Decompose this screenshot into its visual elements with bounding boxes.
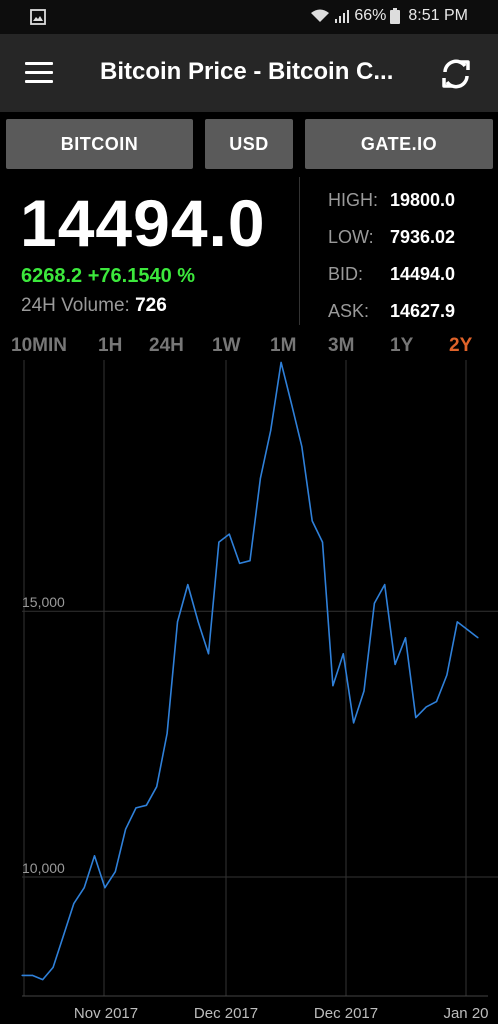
hamburger-icon: [25, 62, 53, 65]
data-point: [270, 429, 272, 432]
data-point: [21, 974, 23, 976]
y-tick-label: 10,000: [22, 860, 65, 876]
data-point: [477, 637, 479, 639]
clock: 8:51 PM: [408, 7, 468, 24]
data-point: [125, 828, 127, 830]
data-point: [394, 663, 396, 665]
data-point: [228, 533, 230, 535]
data-point: [83, 887, 85, 889]
x-tick-label: Dec 2017: [194, 1005, 258, 1022]
current-price: 14494.0: [20, 186, 266, 260]
chart-labels: 15,000 10,000 Nov 2017 Dec 2017 Dec 2017 Jan …: [22, 594, 489, 1022]
data-point: [239, 562, 241, 564]
low-label: LOW:: [328, 227, 374, 247]
range-tab-1m[interactable]: 1M: [270, 335, 296, 357]
data-point: [290, 403, 293, 405]
data-point: [373, 602, 375, 604]
data-point: [280, 361, 282, 364]
data-point: [145, 804, 147, 806]
signal-icon: [335, 10, 350, 23]
price-chart[interactable]: 15,000 10,000 Nov 2017 Dec 2017 Dec 2017 Jan …: [0, 360, 498, 1024]
data-point: [52, 966, 54, 969]
price-change: 6268.2 +76.1540 %: [21, 265, 196, 287]
data-point: [425, 706, 427, 708]
data-point: [156, 786, 158, 788]
data-point: [404, 637, 407, 639]
stats-divider: [299, 177, 300, 325]
data-point: [93, 855, 96, 857]
ask-row: ASK: 14627.9: [328, 301, 455, 322]
battery-icon: [390, 8, 401, 24]
data-point: [249, 560, 251, 562]
x-tick-label: Dec 2017: [314, 1005, 378, 1022]
data-point: [62, 934, 65, 937]
range-tab-1h[interactable]: 1H: [98, 335, 122, 357]
ask-label: ASK:: [328, 301, 370, 321]
wifi-icon: [311, 9, 330, 22]
currency-selector-button[interactable]: USD: [205, 119, 293, 169]
refresh-icon[interactable]: [436, 54, 476, 94]
data-point: [353, 722, 355, 724]
bid-row: BID: 14494.0: [328, 264, 455, 285]
image-notification-icon: [30, 9, 46, 25]
selector-bar: BITCOIN USD GATE.IO: [0, 119, 498, 169]
volume-label: 24H Volume:: [21, 295, 130, 316]
range-tab-1w[interactable]: 1W: [212, 335, 241, 357]
high-label: HIGH:: [328, 190, 379, 210]
y-tick-label: 15,000: [22, 594, 65, 610]
data-point: [384, 584, 386, 586]
ask-value: 14627.9: [390, 301, 456, 321]
data-point: [104, 887, 106, 889]
data-point: [135, 807, 137, 809]
range-tab-2y[interactable]: 2Y: [449, 335, 472, 357]
range-tab-24h[interactable]: 24H: [149, 335, 184, 357]
volume-row: 24H Volume: 726: [21, 295, 167, 317]
data-point: [446, 674, 448, 676]
data-point: [321, 541, 324, 543]
app-title: Bitcoin Price - Bitcoin C...: [100, 58, 394, 85]
range-tab-1y[interactable]: 1Y: [390, 335, 413, 357]
volume-value: 726: [135, 295, 167, 316]
low-row: LOW: 7936.02: [328, 227, 455, 248]
x-tick-label: Nov 2017: [74, 1005, 138, 1022]
data-point: [166, 732, 168, 735]
bid-value: 14494.0: [390, 264, 456, 284]
menu-button[interactable]: [25, 62, 53, 84]
data-point: [176, 621, 179, 623]
low-value: 7936.02: [390, 227, 456, 247]
app-bar: Bitcoin Price - Bitcoin C...: [0, 34, 498, 112]
bid-label: BID:: [328, 264, 364, 284]
data-point: [456, 621, 458, 623]
range-tab-3m[interactable]: 3M: [328, 335, 354, 357]
data-point: [114, 871, 116, 873]
data-point: [73, 903, 75, 905]
range-tab-10min[interactable]: 10MIN: [11, 335, 67, 357]
data-point: [435, 701, 438, 703]
coin-selector-button[interactable]: BITCOIN: [6, 119, 193, 169]
chart-series: [21, 361, 479, 981]
data-point: [207, 653, 210, 655]
data-point: [467, 629, 469, 631]
x-tick-label: Jan 20: [443, 1005, 488, 1022]
data-point: [301, 445, 303, 448]
price-line: [22, 361, 479, 981]
high-row: HIGH: 19800.0: [328, 190, 455, 211]
data-point: [415, 716, 417, 719]
data-point: [42, 979, 44, 981]
data-point: [332, 685, 334, 687]
exchange-selector-button[interactable]: GATE.IO: [305, 119, 493, 169]
chart-grid: [22, 360, 498, 997]
data-point: [311, 520, 313, 522]
time-range-tabs: 10MIN 1H 24H 1W 1M 3M 1Y 2Y: [0, 335, 498, 359]
status-bar: 66% 8:51 PM: [0, 0, 498, 34]
data-point: [31, 974, 33, 976]
data-point: [259, 477, 261, 479]
data-point: [197, 621, 199, 623]
data-point: [363, 690, 365, 692]
battery-percent: 66%: [354, 7, 387, 24]
data-point: [218, 541, 220, 543]
data-point: [187, 584, 189, 586]
high-value: 19800.0: [390, 190, 456, 210]
data-point: [342, 653, 344, 655]
